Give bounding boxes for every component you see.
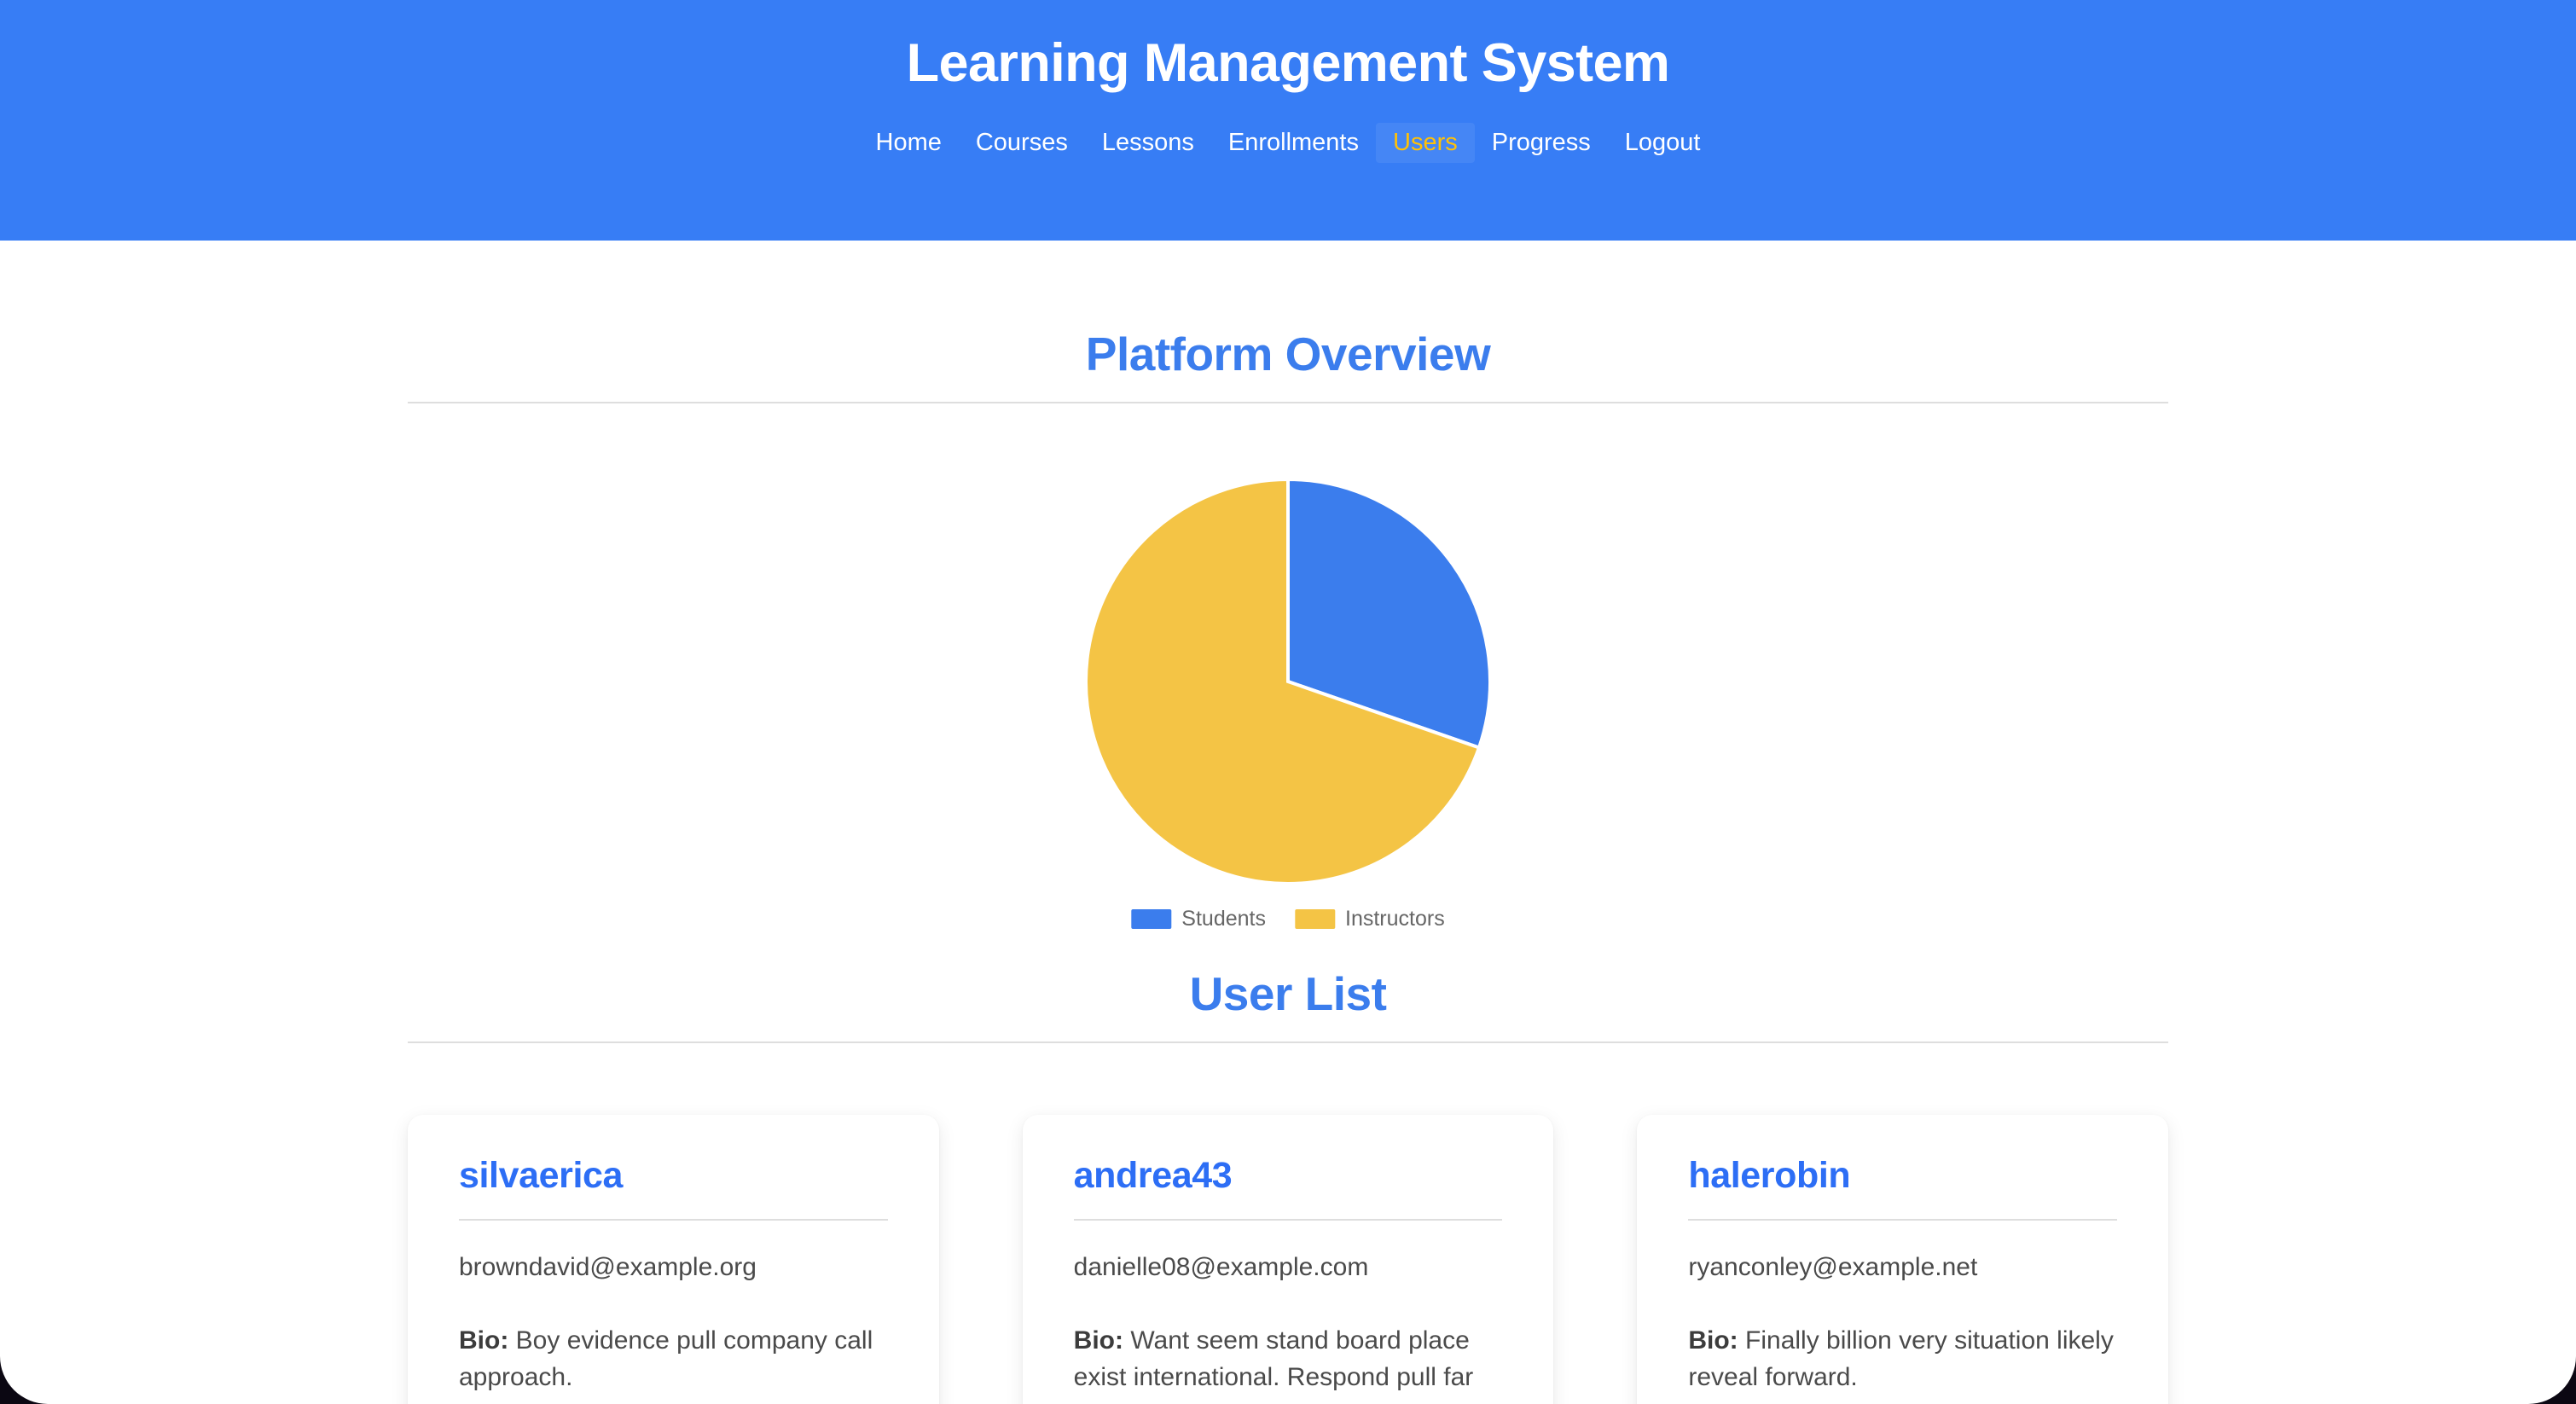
user-card-divider: [459, 1219, 888, 1221]
browser-viewport: Learning Management System Home Courses …: [0, 0, 2576, 1404]
legend-swatch-instructors: [1294, 909, 1335, 929]
bio-text: Want seem stand board place exist intern…: [1073, 1326, 1474, 1392]
bio-text: Finally billion very situation likely re…: [1688, 1326, 2114, 1392]
user-card-email: danielle08@example.com: [1073, 1253, 1369, 1282]
platform-overview-chart: Students Instructors: [408, 403, 2168, 966]
site-header: Learning Management System Home Courses …: [0, 0, 2576, 241]
user-list-divider: [408, 1041, 2168, 1043]
legend-item-instructors[interactable]: Instructors: [1294, 907, 1445, 931]
user-card[interactable]: silvaerica browndavid@example.org Bio: B…: [408, 1115, 939, 1404]
user-card-divider: [1073, 1219, 1503, 1221]
legend-swatch-students: [1131, 909, 1172, 929]
user-card[interactable]: halerobin ryanconley@example.net Bio: Fi…: [1637, 1115, 2169, 1404]
chart-legend: Students Instructors: [1131, 907, 1445, 931]
user-card-username[interactable]: halerobin: [1688, 1155, 2117, 1196]
user-card-username[interactable]: andrea43: [1074, 1155, 1503, 1196]
page-title: Learning Management System: [906, 33, 1670, 93]
pie-chart[interactable]: [1083, 477, 1493, 886]
nav-item-logout[interactable]: Logout: [1608, 123, 1718, 163]
user-card-username[interactable]: silvaerica: [459, 1155, 888, 1196]
user-card[interactable]: andrea43 danielle08@example.com Bio: Wan…: [1022, 1115, 1554, 1404]
bio-label: Bio:: [459, 1326, 509, 1355]
user-card-bio: Bio: Want seem stand board place exist i…: [1074, 1322, 1503, 1396]
user-card-bio: Bio: Finally billion very situation like…: [1688, 1322, 2117, 1396]
user-card-divider: [1688, 1219, 2118, 1221]
legend-item-students[interactable]: Students: [1131, 908, 1266, 930]
legend-label-students: Students: [1181, 907, 1266, 931]
nav-item-lessons[interactable]: Lessons: [1085, 123, 1211, 163]
main-navigation: Home Courses Lessons Enrollments Users P…: [0, 123, 2576, 164]
nav-item-courses[interactable]: Courses: [959, 123, 1085, 163]
pie-chart-svg: [1084, 477, 1492, 885]
nav-item-enrollments[interactable]: Enrollments: [1211, 123, 1376, 163]
nav-item-progress[interactable]: Progress: [1475, 123, 1608, 163]
platform-overview-heading: Platform Overview: [1085, 328, 1491, 380]
nav-item-users[interactable]: Users: [1376, 123, 1475, 164]
bio-text: Boy evidence pull company call approach.: [459, 1326, 873, 1392]
bio-label: Bio:: [1073, 1326, 1123, 1355]
legend-label-instructors: Instructors: [1344, 907, 1445, 931]
user-card-grid: silvaerica browndavid@example.org Bio: B…: [408, 1115, 2169, 1404]
bio-label: Bio:: [1688, 1326, 1738, 1355]
user-card-email: browndavid@example.org: [459, 1253, 757, 1282]
user-card-email: ryanconley@example.net: [1688, 1253, 1978, 1282]
user-card-bio: Bio: Boy evidence pull company call appr…: [459, 1322, 888, 1396]
main-content: Platform Overview Students Instructors U…: [408, 327, 2169, 1404]
user-list-heading: User List: [1189, 967, 1387, 1020]
nav-item-home[interactable]: Home: [859, 123, 959, 163]
